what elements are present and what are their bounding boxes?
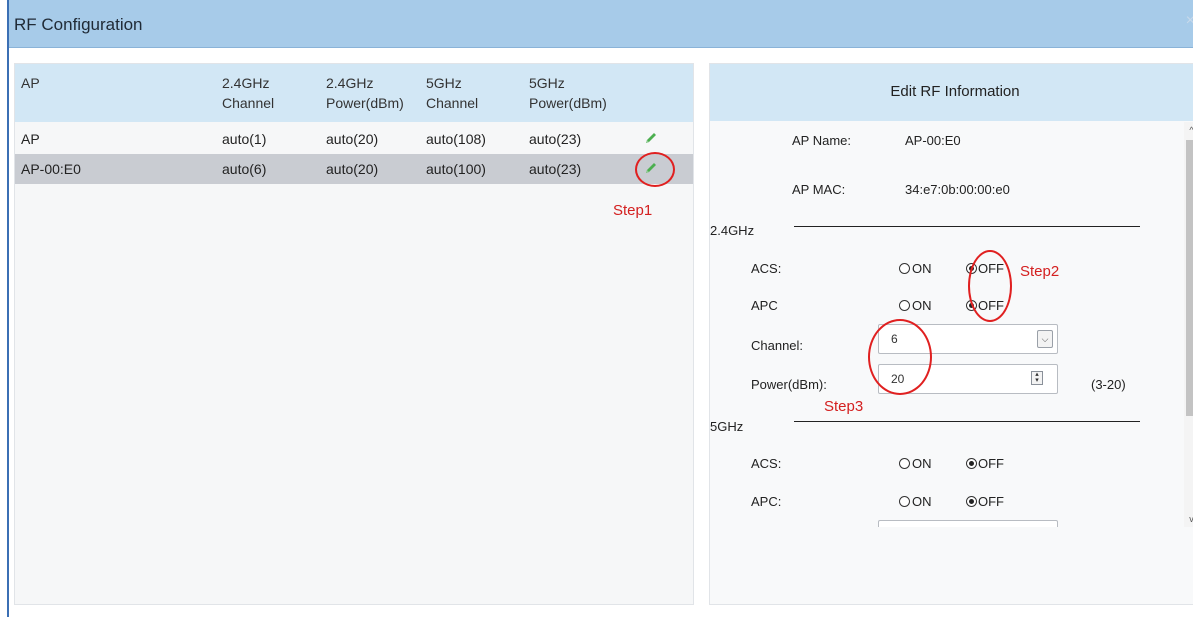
dialog-title: RF Configuration	[14, 15, 143, 34]
cell-ap-name: AP-00:E0	[21, 161, 81, 177]
cell-24-power: auto(20)	[326, 131, 379, 147]
edit-panel-scrollbar[interactable]: ^ v	[1184, 122, 1193, 527]
table-row-selected[interactable]: AP-00:E0 auto(6) auto(20) auto(100) auto…	[15, 154, 693, 184]
channel-label: Channel:	[751, 338, 804, 353]
apc-5-label: APC:	[751, 494, 782, 509]
step2-annotation-circle	[968, 250, 1012, 322]
scroll-down-icon[interactable]: v	[1184, 511, 1193, 527]
apc-label: APC	[751, 298, 778, 313]
cell-24-power: auto(20)	[326, 161, 379, 177]
table-header: AP 2.4GHz Channel 2.4GHz Power(dBm) 5GHz Ch…	[15, 64, 693, 122]
ap-name-label: AP Name:	[792, 133, 852, 148]
acs-5-off-label: OFF	[978, 456, 1004, 471]
acs-on-radio[interactable]	[899, 263, 910, 274]
cell-5-power: auto(23)	[529, 131, 582, 147]
band-5-heading: 5GHz	[710, 419, 744, 434]
column-header-24-channel: 2.4GHz Channel	[222, 75, 275, 111]
cell-5-channel: auto(100)	[426, 161, 486, 177]
edit-panel-header: Edit RF Information	[710, 64, 1193, 121]
table-row[interactable]: AP auto(1) auto(20) auto(108) auto(23)	[15, 124, 693, 154]
acs-5-on-label: ON	[912, 456, 932, 471]
cell-5-channel: auto(108)	[426, 131, 486, 147]
column-header-5-power: 5GHz Power(dBm)	[529, 75, 607, 111]
scroll-up-icon[interactable]: ^	[1184, 122, 1193, 138]
edit-rf-panel: Edit RF Information AP Name: AP-00:E0 AP…	[709, 63, 1193, 605]
cell-5-power: auto(23)	[529, 161, 582, 177]
edit-form: AP Name: AP-00:E0 AP MAC: 34:e7:0b:00:00…	[710, 122, 1185, 527]
acs-label: ACS:	[751, 261, 782, 276]
ap-mac-label: AP MAC:	[792, 182, 846, 197]
column-header-24-power: 2.4GHz Power(dBm)	[326, 75, 404, 111]
divider	[794, 226, 1140, 227]
rf-configuration-dialog: RF Configuration × AP 2.4GHz Channel 2.4G…	[7, 0, 1193, 617]
pencil-icon[interactable]	[642, 129, 660, 147]
apc-5-off-radio[interactable]	[966, 496, 977, 507]
power-range-hint: (3-20)	[1091, 377, 1126, 392]
cell-24-channel: auto(6)	[222, 161, 267, 177]
stepper-arrows-icon[interactable]: ▴ ▾	[1031, 371, 1043, 385]
step3-annotation-circle	[868, 319, 932, 395]
chevron-down-icon[interactable]: ⌵	[1037, 330, 1053, 348]
close-icon[interactable]: ×	[1186, 12, 1193, 30]
cell-ap-name: AP	[21, 131, 40, 147]
band-24-heading: 2.4GHz	[710, 223, 755, 238]
acs-on-label: ON	[912, 261, 932, 276]
cell-24-channel: auto(1)	[222, 131, 267, 147]
channel-5-select-partial[interactable]	[878, 520, 1058, 527]
ap-mac-value: 34:e7:0b:00:00:e0	[905, 182, 1010, 197]
column-header-ap: AP	[21, 75, 40, 91]
divider	[794, 421, 1140, 422]
title-bar: RF Configuration ×	[9, 0, 1193, 48]
apc-on-radio[interactable]	[899, 300, 910, 311]
column-header-5-channel: 5GHz Channel	[426, 75, 479, 111]
apc-5-on-label: ON	[912, 494, 932, 509]
power-label: Power(dBm):	[751, 377, 827, 392]
apc-5-on-radio[interactable]	[899, 496, 910, 507]
step1-annotation-circle	[635, 152, 675, 187]
apc-on-label: ON	[912, 298, 932, 313]
scrollbar-thumb[interactable]	[1186, 140, 1193, 416]
acs-5-off-radio[interactable]	[966, 458, 977, 469]
acs-5-label: ACS:	[751, 456, 782, 471]
step2-annotation-label: Step2	[1020, 263, 1060, 280]
edit-panel-title: Edit RF Information	[890, 83, 1020, 100]
step1-annotation-label: Step1	[613, 202, 653, 219]
acs-5-on-radio[interactable]	[899, 458, 910, 469]
step3-annotation-label: Step3	[824, 398, 864, 415]
ap-table: AP 2.4GHz Channel 2.4GHz Power(dBm) 5GHz Ch…	[14, 63, 694, 605]
apc-5-off-label: OFF	[978, 494, 1004, 509]
ap-name-value: AP-00:E0	[905, 133, 961, 148]
